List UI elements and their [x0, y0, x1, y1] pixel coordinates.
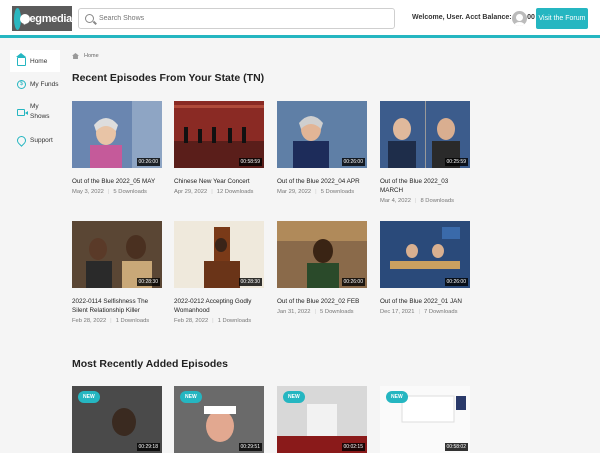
- episode-thumbnail[interactable]: NEW 00:58:02: [380, 386, 470, 453]
- episode-thumbnail[interactable]: 00:58:59: [174, 101, 264, 168]
- episode-card[interactable]: NEW 00:02:15: [277, 386, 367, 453]
- episode-card[interactable]: NEW 00:29:51: [174, 386, 264, 453]
- pegmedia-logo[interactable]: pegmedia: [12, 6, 72, 31]
- episode-date: Dec 17, 2021: [380, 309, 415, 315]
- episode-card[interactable]: 00:25:59 Out of the Blue 2022_03 MARCH M…: [380, 101, 470, 204]
- sidebar-item-label: Home: [30, 57, 48, 65]
- sidebar-item-label: Support: [30, 136, 53, 144]
- section-title-most-recent: Most Recently Added Episodes: [72, 358, 228, 370]
- episode-card[interactable]: 00:26:00 Out of the Blue 2022_02 FEB Jan…: [277, 221, 367, 315]
- episode-title[interactable]: Out of the Blue 2022_02 FEB: [277, 297, 367, 306]
- episode-title[interactable]: Out of the Blue 2022_01 JAN: [380, 297, 470, 306]
- duration-label: 00:58:59: [238, 158, 262, 166]
- logo-text: pegmedia: [23, 12, 72, 25]
- episode-meta: Apr 29, 2022 | 12 Downloads: [174, 189, 254, 195]
- episode-date: Mar 29, 2022: [277, 189, 312, 195]
- episode-thumbnail[interactable]: 00:26:00: [277, 101, 367, 168]
- episode-date: Apr 29, 2022: [174, 189, 208, 195]
- episode-thumbnail[interactable]: 00:26:00: [72, 101, 162, 168]
- new-badge: NEW: [180, 391, 202, 403]
- sidebar: Home $ My Funds My Shows Support: [10, 50, 60, 152]
- episode-meta: Dec 17, 2021 | 7 Downloads: [380, 309, 458, 315]
- episode-card[interactable]: 00:26:00 Out of the Blue 2022_04 APR Mar…: [277, 101, 367, 195]
- episode-date: Mar 4, 2022: [380, 198, 411, 204]
- episode-downloads: 12 Downloads: [216, 189, 254, 195]
- episode-card[interactable]: NEW 00:58:02: [380, 386, 470, 453]
- episode-title[interactable]: 2022-0114 Selfishness The Silent Relatio…: [72, 297, 162, 315]
- episode-downloads: 5 Downloads: [113, 189, 147, 195]
- episode-card[interactable]: 00:28:30 2022-0114 Selfishness The Silen…: [72, 221, 162, 324]
- episode-downloads: 1 Downloads: [217, 318, 252, 324]
- duration-label: 00:26:00: [444, 278, 468, 286]
- episode-date: Jan 31, 2022: [277, 309, 311, 315]
- sidebar-item-label: My Shows: [30, 103, 50, 120]
- episode-thumbnail[interactable]: 00:28:30: [72, 221, 162, 288]
- sidebar-item-label: My Funds: [30, 80, 59, 88]
- episode-card[interactable]: 00:58:59 Chinese New Year Concert Apr 29…: [174, 101, 264, 195]
- episode-thumbnail[interactable]: 00:25:59: [380, 101, 470, 168]
- top-bar: pegmedia Welcome, User. Acct Balance: $1…: [0, 0, 600, 38]
- search-icon: [85, 14, 94, 23]
- video-icon: [17, 108, 28, 116]
- duration-label: 00:25:59: [444, 158, 468, 166]
- episode-meta: Feb 28, 2022 | 1 Downloads: [174, 318, 252, 324]
- episode-meta: Mar 29, 2022 | 5 Downloads: [277, 189, 355, 195]
- duration-label: 00:26:00: [341, 278, 365, 286]
- home-icon: [16, 52, 26, 66]
- sidebar-item-my-shows[interactable]: My Shows: [10, 96, 60, 128]
- episode-meta: Jan 31, 2022 | 5 Downloads: [277, 309, 354, 315]
- episode-date: Feb 28, 2022: [174, 318, 209, 324]
- episode-date: Feb 28, 2022: [72, 318, 107, 324]
- search-input[interactable]: [99, 11, 389, 26]
- duration-label: 00:28:30: [136, 278, 160, 286]
- new-badge: NEW: [78, 391, 100, 403]
- search-box[interactable]: [78, 8, 395, 29]
- duration-label: 00:26:00: [136, 158, 160, 166]
- episode-title[interactable]: Out of the Blue 2022_05 MAY: [72, 177, 162, 186]
- episode-date: May 3, 2022: [72, 189, 104, 195]
- episode-title[interactable]: Out of the Blue 2022_04 APR: [277, 177, 367, 186]
- episode-thumbnail[interactable]: 00:28:30: [174, 221, 264, 288]
- logo-mark-icon: [14, 7, 31, 30]
- sidebar-item-home[interactable]: Home: [10, 50, 60, 72]
- episode-meta: Mar 4, 2022 | 8 Downloads: [380, 198, 454, 204]
- episode-meta: May 3, 2022 | 5 Downloads: [72, 189, 147, 195]
- avatar[interactable]: [512, 11, 527, 26]
- duration-label: 00:26:00: [341, 158, 365, 166]
- episode-downloads: 8 Downloads: [420, 198, 454, 204]
- new-badge: NEW: [386, 391, 408, 403]
- episode-thumbnail[interactable]: NEW 00:02:15: [277, 386, 367, 453]
- sidebar-item-my-funds[interactable]: $ My Funds: [10, 73, 60, 95]
- episode-card[interactable]: 00:26:00 Out of the Blue 2022_05 MAY May…: [72, 101, 162, 195]
- episode-title[interactable]: Out of the Blue 2022_03 MARCH: [380, 177, 470, 195]
- episode-title[interactable]: 2022-0212 Accepting Godly Womanhood: [174, 297, 264, 315]
- duration-label: 00:28:30: [238, 278, 262, 286]
- episode-thumbnail[interactable]: NEW 00:29:18: [72, 386, 162, 453]
- episode-thumbnail[interactable]: NEW 00:29:51: [174, 386, 264, 453]
- sidebar-item-support[interactable]: Support: [10, 129, 60, 151]
- section-title-recent-state: Recent Episodes From Your State (TN): [72, 72, 265, 84]
- episode-downloads: 5 Downloads: [320, 309, 354, 315]
- visit-forum-button[interactable]: Visit the Forum: [536, 8, 588, 29]
- episode-downloads: 7 Downloads: [424, 309, 458, 315]
- episode-title[interactable]: Chinese New Year Concert: [174, 177, 264, 186]
- new-badge: NEW: [283, 391, 305, 403]
- home-icon[interactable]: [72, 53, 79, 59]
- episode-thumbnail[interactable]: 00:26:00: [277, 221, 367, 288]
- episode-card[interactable]: NEW 00:29:18: [72, 386, 162, 453]
- funds-icon: $: [17, 79, 26, 89]
- episode-card[interactable]: 00:26:00 Out of the Blue 2022_01 JAN Dec…: [380, 221, 470, 315]
- support-icon: [15, 133, 28, 147]
- episode-card[interactable]: 00:28:30 2022-0212 Accepting Godly Woman…: [174, 221, 264, 324]
- episode-meta: Feb 28, 2022 | 1 Downloads: [72, 318, 150, 324]
- episode-downloads: 1 Downloads: [115, 318, 150, 324]
- breadcrumb-current: Home: [84, 53, 99, 59]
- breadcrumb: Home: [72, 53, 99, 59]
- episode-downloads: 5 Downloads: [320, 189, 355, 195]
- episode-thumbnail[interactable]: 00:26:00: [380, 221, 470, 288]
